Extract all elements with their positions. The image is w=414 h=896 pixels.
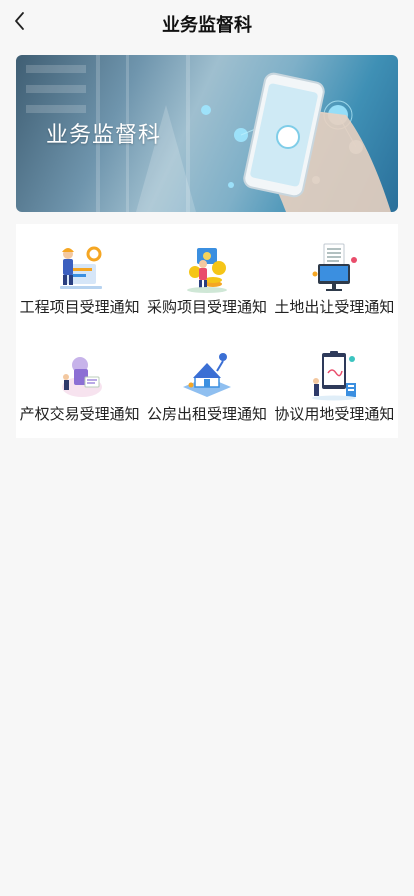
grid-item-label: 产权交易受理通知 bbox=[19, 405, 140, 423]
page: 业务监督科 业务监督科 工程项目受理通知 采购项目受理通知 土地出让受理通知 产… bbox=[0, 0, 414, 896]
grid-item-label: 工程项目受理通知 bbox=[19, 298, 140, 316]
land-transfer-monitor-icon bbox=[312, 243, 358, 291]
grid-item-land-transfer[interactable]: 土地出让受理通知 bbox=[271, 224, 398, 331]
banner-title: 业务监督科 bbox=[46, 123, 162, 148]
engineering-worker-icon bbox=[59, 246, 102, 289]
grid-item-label: 协议用地受理通知 bbox=[274, 405, 395, 423]
public-housing-rental-icon bbox=[182, 353, 231, 397]
property-rights-trade-icon bbox=[61, 357, 102, 397]
procurement-coins-icon bbox=[186, 248, 227, 293]
nav-bar: 业务监督科 bbox=[0, 0, 414, 44]
grid-item-label: 土地出让受理通知 bbox=[274, 298, 395, 316]
grid-item-public-housing[interactable]: 公房出租受理通知 bbox=[143, 331, 270, 438]
grid-item-label: 公房出租受理通知 bbox=[146, 405, 267, 423]
grid-item-procurement[interactable]: 采购项目受理通知 bbox=[143, 224, 270, 331]
banner: 业务监督科 bbox=[16, 55, 398, 212]
notice-grid: 工程项目受理通知 采购项目受理通知 土地出让受理通知 产权交易受理通知 公房出租… bbox=[16, 224, 398, 438]
grid-item-label: 采购项目受理通知 bbox=[146, 298, 267, 316]
grid-item-agreement-land[interactable]: 协议用地受理通知 bbox=[271, 331, 398, 438]
page-title: 业务监督科 bbox=[162, 15, 252, 36]
grid-item-property-rights[interactable]: 产权交易受理通知 bbox=[16, 331, 143, 438]
grid-item-engineering[interactable]: 工程项目受理通知 bbox=[16, 224, 143, 331]
agreement-land-document-icon bbox=[312, 351, 357, 401]
